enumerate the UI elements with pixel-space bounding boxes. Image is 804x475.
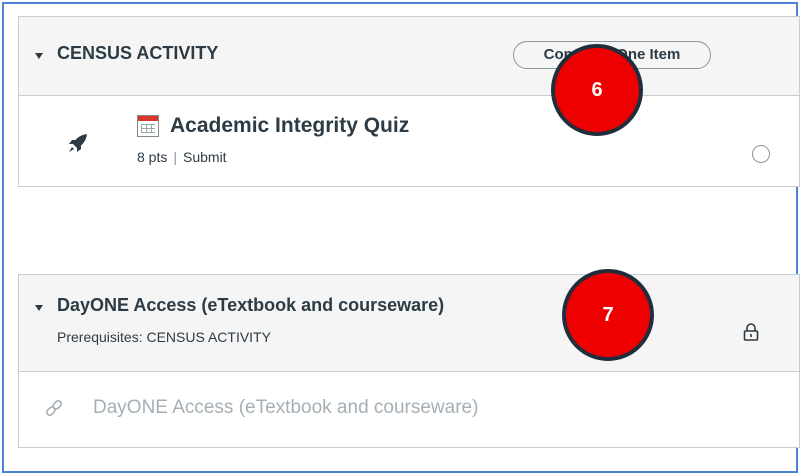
annotation-badge: 6 [551, 44, 643, 136]
link-icon [45, 399, 63, 417]
item-title-link[interactable]: Academic Integrity Quiz [170, 114, 409, 138]
completion-circle-icon [752, 145, 770, 163]
annotation-badge: 7 [562, 269, 654, 361]
module-item[interactable]: Academic Integrity Quiz 8 pts | Submit [19, 96, 799, 187]
module-census-activity: CENSUS ACTIVITY Complete One Item Academ… [18, 16, 800, 187]
rocket-icon [69, 134, 87, 152]
prerequisites-text: Prerequisites: CENSUS ACTIVITY [57, 329, 271, 345]
module-dayone-access: DayONE Access (eTextbook and courseware)… [18, 274, 800, 448]
caret-down-icon[interactable] [35, 53, 43, 59]
module-header[interactable]: DayONE Access (eTextbook and courseware)… [19, 275, 799, 372]
module-header[interactable]: CENSUS ACTIVITY Complete One Item [19, 17, 799, 96]
meta-separator: | [173, 149, 177, 165]
item-meta: 8 pts | Submit [137, 149, 227, 165]
item-points: 8 pts [137, 149, 168, 165]
module-title: DayONE Access (eTextbook and courseware) [57, 295, 445, 315]
lock-icon [743, 323, 759, 341]
quiz-icon [137, 115, 159, 137]
course-modules-frame: CENSUS ACTIVITY Complete One Item Academ… [2, 2, 800, 473]
item-title-locked: DayONE Access (eTextbook and courseware) [93, 397, 479, 418]
module-title: CENSUS ACTIVITY [57, 43, 219, 63]
module-item: DayONE Access (eTextbook and courseware) [19, 372, 799, 448]
item-requirement: Submit [183, 149, 227, 165]
caret-down-icon[interactable] [35, 305, 43, 311]
